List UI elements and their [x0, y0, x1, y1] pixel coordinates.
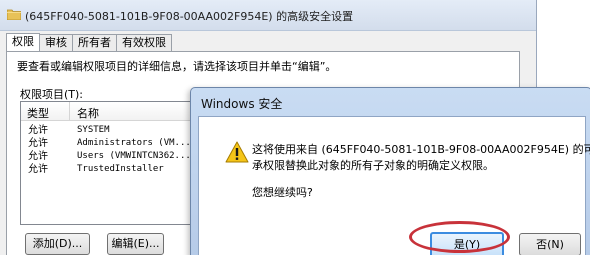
dialog-body: 这将使用来自 (645FF040-5081-101B-9F08-00AA002F… [198, 116, 590, 255]
tab-auditing[interactable]: 审核 [39, 34, 73, 51]
no-button[interactable]: 否(N) [519, 233, 581, 255]
entry-name: TrustedInstaller [77, 164, 164, 174]
permission-entries-label: 权限项目(T): [20, 88, 84, 101]
dialog-message-line2: 承权限替换此对象的所有子对象的明确定义权限。 [252, 159, 494, 172]
tab-effective-permissions[interactable]: 有效权限 [116, 34, 172, 51]
dialog-message-line1: 这将使用来自 (645FF040-5081-101B-9F08-00AA002F… [252, 143, 590, 156]
entry-type: 允许 [28, 164, 48, 175]
windows-security-dialog: Windows 安全 这将使用来自 (645FF040-5081-101B-9F… [190, 87, 590, 255]
instruction-text: 要查看或编辑权限项目的详细信息，请选择该项目并单击“编辑”。 [17, 60, 337, 73]
yes-button[interactable]: 是(Y) [430, 232, 504, 255]
column-header-name[interactable]: 名称 [77, 105, 99, 121]
window-titlebar: (645FF040-5081-101B-9F08-00AA002F954E) 的… [0, 0, 536, 31]
dialog-title: Windows 安全 [201, 97, 283, 111]
entry-type: 允许 [28, 138, 48, 149]
entry-type: 允许 [28, 151, 48, 162]
edit-button[interactable]: 编辑(E)... [107, 233, 164, 255]
screenshot-stage: (645FF040-5081-101B-9F08-00AA002F954E) 的… [0, 0, 590, 255]
column-header-type[interactable]: 类型 [27, 105, 49, 121]
entry-type: 允许 [28, 125, 48, 136]
tab-strip: 权限 审核 所有者 有效权限 [6, 33, 172, 52]
entry-name: Users (VMWINTCN362... [77, 151, 191, 161]
entry-name: SYSTEM [77, 125, 110, 135]
entry-name: Administrators (VM... [77, 138, 191, 148]
tab-permissions[interactable]: 权限 [6, 33, 40, 51]
add-button[interactable]: 添加(D)... [25, 233, 90, 255]
tab-owner[interactable]: 所有者 [72, 34, 117, 51]
warning-icon [225, 141, 249, 163]
column-divider[interactable] [69, 102, 70, 120]
window-title: (645FF040-5081-101B-9F08-00AA002F954E) 的… [25, 10, 354, 23]
folder-icon [7, 9, 21, 20]
dialog-confirm-question: 您想继续吗? [252, 186, 313, 199]
